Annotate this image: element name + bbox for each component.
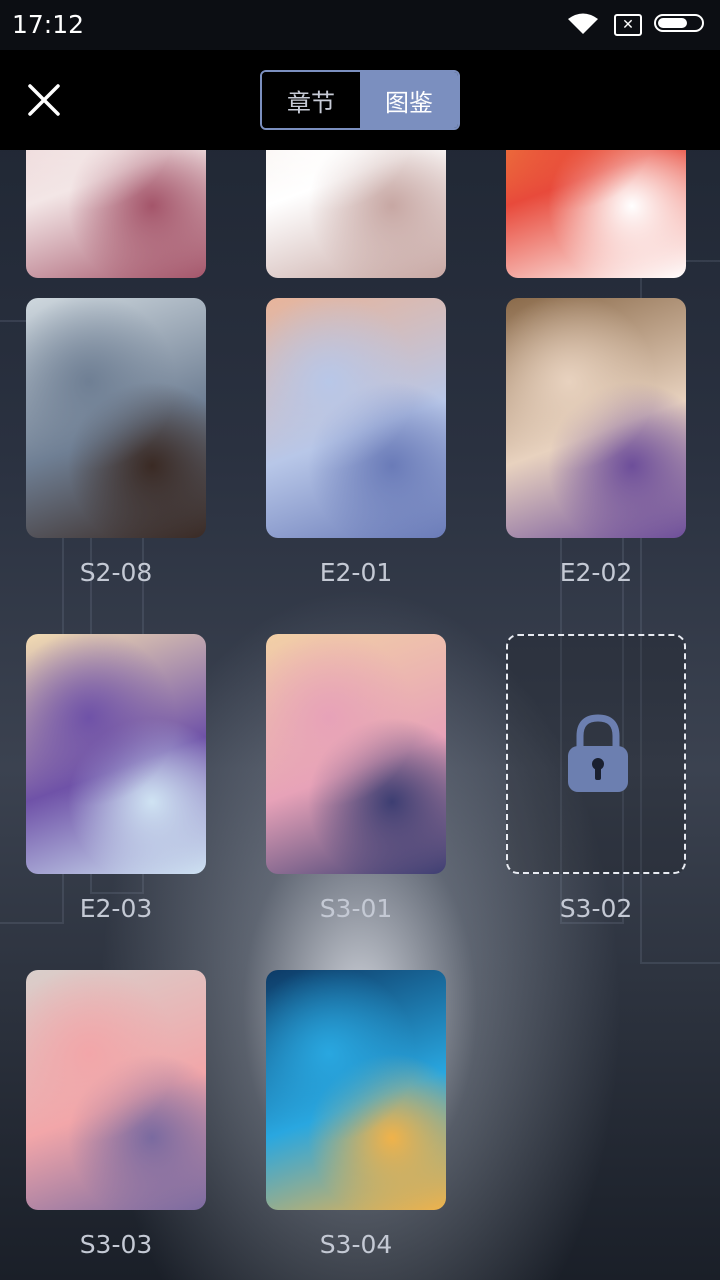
- gallery-item-label: S2-08: [79, 558, 153, 587]
- gallery-thumbnail: [506, 150, 686, 278]
- gallery-item[interactable]: [266, 634, 446, 874]
- gallery-item-label: S3-04: [319, 1230, 393, 1259]
- gallery-item-label: E2-01: [319, 558, 393, 587]
- close-icon: [28, 84, 60, 116]
- gallery-item[interactable]: [266, 150, 446, 278]
- gallery-item-label: S3-01: [319, 894, 393, 923]
- top-bar: 章节 图鉴: [0, 50, 720, 150]
- gallery-item[interactable]: [26, 970, 206, 1210]
- gallery-item[interactable]: [266, 970, 446, 1210]
- gallery-thumbnail: [266, 150, 446, 278]
- no-sim-icon: ✕: [614, 14, 642, 36]
- tab-gallery-label: 图鉴: [385, 88, 433, 117]
- status-time: 17:12: [12, 10, 85, 39]
- gallery-item[interactable]: [506, 298, 686, 538]
- wifi-icon: [566, 12, 600, 40]
- battery-icon: [654, 14, 704, 32]
- gallery-thumbnail: [26, 634, 206, 874]
- gallery-thumbnail: [266, 970, 446, 1210]
- gallery-thumbnail: [26, 298, 206, 538]
- status-bar: 17:12 ✕: [0, 0, 720, 50]
- gallery-item[interactable]: [266, 298, 446, 538]
- gallery-item[interactable]: [26, 634, 206, 874]
- gallery-thumbnail: [506, 298, 686, 538]
- gallery-grid: S2-05S2-06S2-07S2-08E2-01E2-02E2-03S3-01…: [0, 150, 720, 1280]
- close-button[interactable]: [22, 78, 66, 122]
- gallery-thumbnail: [266, 634, 446, 874]
- gallery-thumbnail: [26, 150, 206, 278]
- gallery-item-locked[interactable]: [506, 634, 686, 874]
- gallery-item-label: E2-02: [559, 558, 633, 587]
- gallery-item[interactable]: [26, 150, 206, 278]
- segment-control: 章节 图鉴: [260, 70, 460, 130]
- gallery-thumbnail: [266, 298, 446, 538]
- tab-gallery[interactable]: 图鉴: [360, 72, 458, 128]
- tab-chapters-label: 章节: [287, 88, 335, 117]
- tab-chapters[interactable]: 章节: [262, 72, 360, 128]
- gallery-item-label: S3-03: [79, 1230, 153, 1259]
- gallery-item-label: E2-03: [79, 894, 153, 923]
- gallery-item[interactable]: [506, 150, 686, 278]
- gallery-thumbnail: [26, 970, 206, 1210]
- gallery-item[interactable]: [26, 298, 206, 538]
- lock-icon: [568, 714, 628, 792]
- gallery-item-label: S3-02: [559, 894, 633, 923]
